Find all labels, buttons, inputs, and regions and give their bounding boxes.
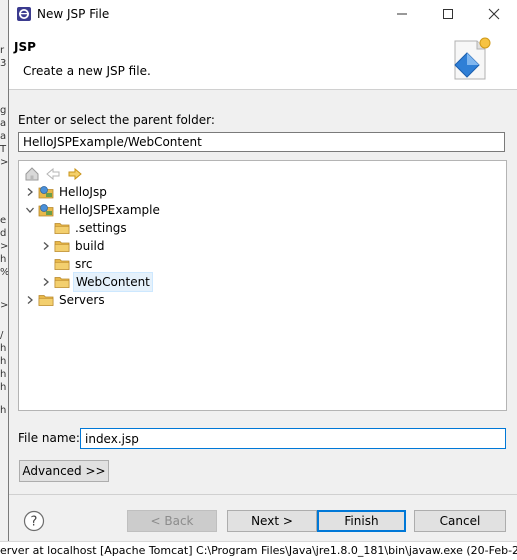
tree-item-label: Servers — [59, 293, 105, 307]
tree-item-label: HelloJSPExample — [59, 203, 160, 217]
file-name-label: File name: — [18, 431, 80, 445]
background-glyph: g — [0, 105, 7, 116]
maximize-button[interactable] — [425, 0, 471, 29]
close-button[interactable] — [471, 0, 517, 29]
folder-tree[interactable]: HelloJsp HelloJSPExample .settings build src… — [18, 160, 507, 411]
next-button[interactable]: Next > — [227, 510, 317, 532]
folder-icon — [54, 238, 70, 254]
chevron-right-icon[interactable] — [25, 183, 35, 201]
new-jsp-file-dialog: New JSP File JSP Create a new JSP file. … — [9, 0, 517, 541]
chevron-right-icon[interactable] — [41, 273, 51, 291]
maximize-icon — [443, 9, 453, 19]
web-project-icon — [38, 184, 54, 200]
background-glyph: d — [0, 228, 7, 239]
tree-item-label: .settings — [75, 221, 127, 235]
background-glyph: h — [0, 356, 7, 367]
button-bar-separator — [9, 494, 517, 495]
tree-item-src[interactable]: src — [19, 255, 499, 273]
tree-item-hellojsp[interactable]: HelloJsp — [19, 183, 499, 201]
background-glyph: h — [0, 369, 7, 380]
eclipse-app-icon — [17, 7, 31, 21]
forward-arrow-icon[interactable] — [67, 166, 83, 182]
chevron-down-icon[interactable] — [25, 201, 35, 219]
back-button[interactable]: < Back — [127, 510, 217, 532]
tree-item-hellojspexample[interactable]: HelloJSPExample — [19, 201, 499, 219]
tree-item-label: build — [75, 239, 105, 253]
background-glyph: 3 — [0, 58, 7, 69]
tree-item-webcontent[interactable]: WebContent — [19, 272, 499, 292]
background-glyph: > — [0, 157, 9, 168]
tree-item-build[interactable]: build — [19, 237, 499, 255]
file-name-input[interactable] — [80, 428, 506, 449]
back-arrow-icon[interactable] — [45, 166, 61, 182]
background-editor-strip — [0, 0, 9, 559]
finish-button[interactable]: Finish — [317, 510, 406, 532]
advanced-button[interactable]: Advanced >> — [19, 460, 109, 482]
help-glyph: ? — [31, 515, 38, 530]
background-glyph: a — [0, 131, 7, 142]
parent-folder-input[interactable] — [18, 132, 505, 152]
chevron-right-icon[interactable] — [41, 237, 51, 255]
tree-item-settings[interactable]: .settings — [19, 219, 499, 237]
chevron-right-icon[interactable] — [25, 291, 35, 309]
background-glyph: / — [0, 330, 4, 341]
window-title: New JSP File — [37, 7, 110, 21]
background-glyph: e — [0, 215, 7, 226]
cancel-button[interactable]: Cancel — [414, 510, 506, 532]
banner-description: Create a new JSP file. — [23, 64, 151, 78]
wizard-banner: JSP Create a new JSP file. — [9, 29, 517, 90]
background-glyph: h — [0, 382, 7, 393]
help-icon[interactable]: ? — [23, 510, 45, 532]
jsp-file-wizard-icon — [454, 37, 491, 80]
folder-icon — [38, 292, 54, 308]
folder-icon — [54, 220, 70, 236]
background-glyph: a — [0, 118, 7, 129]
title-bar[interactable]: New JSP File — [9, 0, 517, 29]
parent-folder-label: Enter or select the parent folder: — [18, 113, 215, 127]
background-glyph: T — [0, 144, 7, 155]
banner-title: JSP — [14, 40, 36, 54]
background-glyph: h — [0, 343, 7, 354]
background-glyph: > — [0, 241, 9, 252]
minimize-icon — [397, 13, 407, 15]
close-icon — [488, 8, 500, 20]
background-glyph: % — [0, 267, 9, 278]
folder-icon — [54, 274, 70, 290]
folder-icon — [54, 256, 70, 272]
tree-item-label: WebContent — [73, 272, 153, 292]
background-glyph: > — [0, 300, 9, 311]
tree-item-servers[interactable]: Servers — [19, 291, 499, 309]
background-console-line: erver at localhost [Apache Tomcat] C:\Pr… — [0, 541, 517, 560]
tree-item-label: HelloJsp — [59, 185, 107, 199]
tree-item-label: src — [75, 257, 93, 271]
home-icon[interactable] — [24, 166, 40, 182]
web-project-icon — [38, 202, 54, 218]
background-glyph: h — [0, 405, 7, 416]
background-glyph: h — [0, 254, 7, 265]
minimize-button[interactable] — [379, 0, 425, 29]
background-glyph: r — [0, 45, 5, 56]
